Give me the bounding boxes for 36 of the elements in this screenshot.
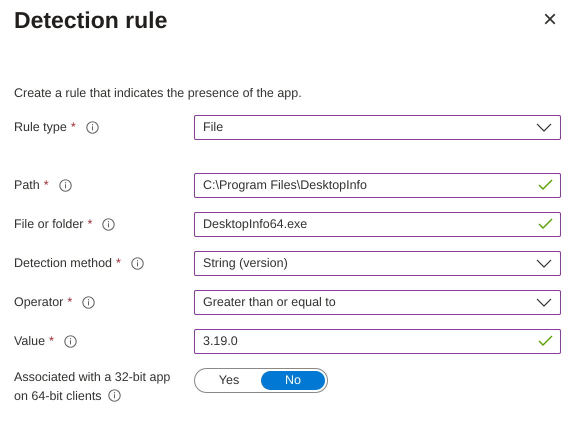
input-field[interactable]: DesktopInfo64.exe (194, 212, 561, 237)
chevron-down-icon (536, 121, 552, 134)
required-mark: * (67, 294, 72, 311)
required-mark: * (87, 216, 92, 233)
toggle-label: on 64-bit clients (14, 388, 102, 404)
info-icon[interactable] (86, 120, 99, 134)
required-mark: * (44, 176, 49, 194)
panel-title: Detection rule (14, 6, 168, 35)
field-label: Path (14, 176, 40, 194)
chevron-down-icon (536, 257, 552, 270)
field-label: Detection method (14, 254, 112, 272)
required-mark: * (70, 118, 76, 136)
toggle-label: Associated with a 32-bit app (14, 368, 170, 386)
field-label: Operator (14, 294, 64, 311)
field-label: File or folder (14, 216, 84, 233)
description-text: Create a rule that indicates the presence of the app. (14, 85, 303, 102)
info-icon[interactable] (58, 178, 72, 192)
dropdown-field[interactable]: String (version) (194, 250, 561, 276)
info-icon[interactable] (102, 218, 116, 231)
toggle-option[interactable]: Yes (197, 370, 261, 390)
info-icon[interactable] (64, 334, 77, 348)
chevron-down-icon (536, 296, 552, 308)
close-button[interactable]: × (538, 8, 561, 32)
input-field[interactable]: 3.19.0 (194, 328, 561, 354)
required-mark: * (116, 254, 121, 272)
yes-no-toggle[interactable]: Yes No (194, 368, 328, 393)
info-icon[interactable] (82, 296, 96, 309)
toggle-option[interactable]: No (261, 370, 325, 390)
info-icon[interactable] (108, 389, 121, 402)
field-label: Value (14, 332, 46, 350)
dropdown-field[interactable]: File (194, 114, 561, 140)
required-mark: * (49, 332, 54, 350)
dropdown-field[interactable]: Greater than or equal to (194, 290, 561, 315)
input-field[interactable]: C:\Program Files\DesktopInfo (194, 172, 561, 198)
info-icon[interactable] (130, 256, 144, 270)
field-label: Rule type (14, 118, 67, 136)
